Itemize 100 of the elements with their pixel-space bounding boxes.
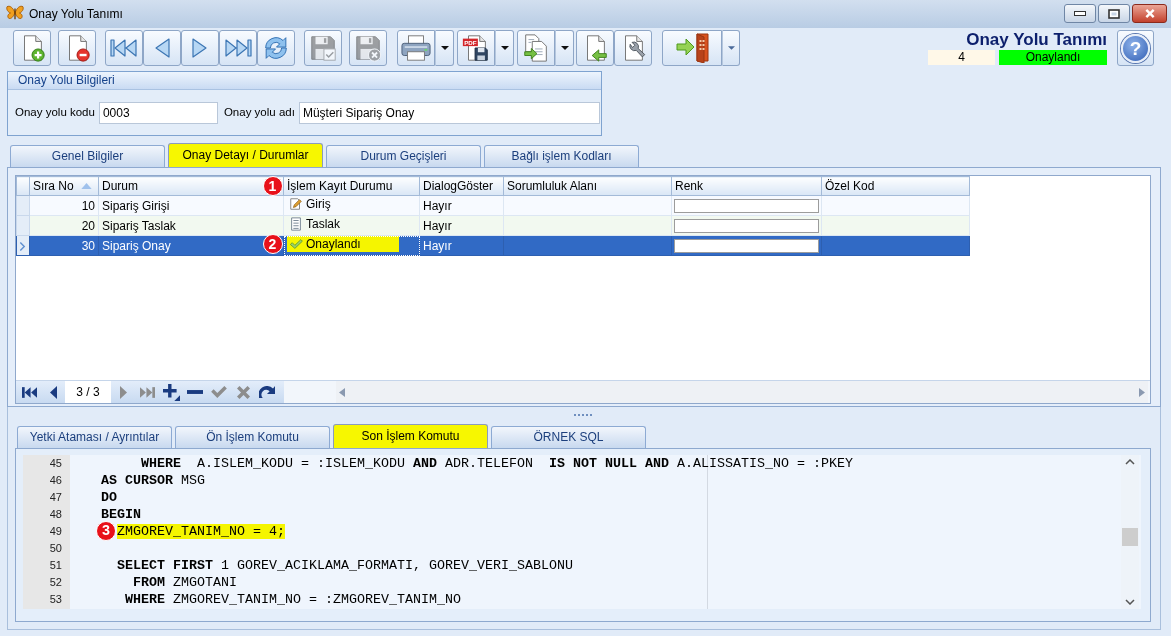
color-field[interactable] <box>674 198 819 213</box>
close-icon <box>1143 8 1156 19</box>
record-number: 4 <box>928 50 995 65</box>
exit-button[interactable] <box>662 30 722 66</box>
form-title: Onay Yolu Tanımı <box>966 30 1107 49</box>
document-lines-icon <box>289 217 303 231</box>
column-header[interactable]: İşlem Kayıt Durumu <box>283 176 420 196</box>
column-header[interactable]: Sorumluluk Alanı <box>503 176 672 196</box>
column-header[interactable]: Renk <box>671 176 822 196</box>
dropdown-button[interactable] <box>555 30 574 66</box>
save-cancel-icon <box>353 33 383 63</box>
grid-corner-header <box>16 176 30 196</box>
scroll-left-icon[interactable] <box>339 387 345 397</box>
horizontal-scrollbar[interactable] <box>336 381 1148 403</box>
scroll-down-icon[interactable] <box>1125 599 1135 605</box>
code-line: SELECT FIRST 1 GOREV_ACIKLAMA_FORMATI, GOREV_VERI_SABLONU <box>117 558 573 573</box>
last-record-icon <box>139 386 155 398</box>
splitter-grip-icon[interactable] <box>574 413 592 416</box>
dropdown-button[interactable] <box>722 30 740 66</box>
print-button[interactable] <box>397 30 435 66</box>
status-label: Giriş <box>306 196 331 212</box>
code-line: BEGIN <box>101 507 141 522</box>
copy-button[interactable] <box>517 30 555 66</box>
tab[interactable]: Genel Bilgiler <box>10 145 165 167</box>
grid-cell: Sipariş Taslak <box>98 215 284 236</box>
code-line: WHERE A.ISLEM_KODU = :ISLEM_KODU AND ADR.TELEFON IS NOT NULL AND A.ALISSATIS_NO = :PKEY <box>141 456 853 471</box>
code-line: AS CURSOR MSG <box>101 473 205 488</box>
line-number: 47 <box>48 490 63 505</box>
grid-cell: Hayır <box>419 215 504 236</box>
status-label: Onaylandı <box>306 236 361 252</box>
color-field[interactable] <box>674 218 819 233</box>
column-header[interactable]: DialogGöster <box>419 176 504 196</box>
group-box-title: Onay Yolu Bilgileri <box>8 72 601 90</box>
annotation-marker: 3 <box>96 521 116 541</box>
window-title: Onay Yolu Tanımı <box>29 6 123 22</box>
maximize-icon <box>1108 8 1120 19</box>
dropdown-button[interactable] <box>495 30 514 66</box>
approval-status: Onaylandı <box>999 50 1107 65</box>
butterfly-icon <box>6 5 24 21</box>
tab[interactable]: Ön İşlem Komutu <box>175 426 330 448</box>
import-button[interactable] <box>576 30 614 66</box>
tools-button[interactable] <box>614 30 652 66</box>
record-position: 3 / 3 <box>65 381 111 403</box>
line-number: 46 <box>48 473 63 488</box>
last-record-button[interactable] <box>219 30 257 66</box>
field-label: Onay yolu kodu <box>15 106 95 120</box>
maximize-button[interactable] <box>1098 4 1130 23</box>
caret-icon <box>560 46 569 50</box>
column-header[interactable]: Sıra No <box>29 176 99 196</box>
first-record-icon <box>21 386 37 398</box>
grid-cell: Hayır <box>419 235 504 256</box>
field-label: Onay yolu adı <box>223 106 295 120</box>
pencil-document-icon <box>289 197 303 211</box>
color-field[interactable] <box>674 238 819 253</box>
line-number: 50 <box>48 541 63 556</box>
line-number: 53 <box>48 592 63 607</box>
minimize-button[interactable] <box>1064 4 1096 23</box>
refresh-icon <box>259 386 275 398</box>
tab[interactable]: ÖRNEK SQL <box>491 426 646 448</box>
save-icon <box>308 33 338 63</box>
code-line: WHERE ZMGOREV_TANIM_NO = :ZMGOREV_TANIM_NO <box>125 592 461 607</box>
line-number: 52 <box>48 575 63 590</box>
scroll-up-icon[interactable] <box>1125 459 1135 465</box>
printer-icon <box>400 33 432 63</box>
grid-cell: Hayır <box>419 195 504 216</box>
scroll-right-icon[interactable] <box>1139 387 1145 397</box>
vertical-scrollbar[interactable] <box>1121 455 1139 609</box>
sort-ascending-icon <box>81 183 92 189</box>
check-icon <box>211 386 227 398</box>
previous-record-icon <box>49 385 57 399</box>
first-record-button[interactable] <box>105 30 143 66</box>
close-button[interactable] <box>1132 4 1167 23</box>
approval-path-name-field[interactable]: Müşteri Sipariş Onay <box>298 102 600 124</box>
caret-icon <box>727 46 735 50</box>
tab[interactable]: Yetki Ataması / Ayrıntılar <box>17 426 172 448</box>
column-header[interactable]: Özel Kod <box>821 176 970 196</box>
caret-icon <box>440 46 449 50</box>
grid-cell: 30 <box>29 235 99 256</box>
last-record-icon <box>224 38 252 58</box>
grid-cell: 10 <box>29 195 99 216</box>
grid-row[interactable]: 10 Sipariş Girişi Giriş Hayır <box>16 195 970 216</box>
new-record-button[interactable] <box>13 30 51 66</box>
grid-row[interactable]: 20 Sipariş Taslak Taslak Hayır <box>16 215 970 236</box>
plus-icon <box>162 383 180 401</box>
tab[interactable]: Son İşlem Komutu <box>333 424 488 448</box>
dropdown-button[interactable] <box>435 30 454 66</box>
grid-cell: Sipariş Girişi <box>98 195 284 216</box>
scrollbar-thumb[interactable] <box>1122 528 1138 546</box>
tab[interactable]: Onay Detayı / Durumlar <box>168 143 323 167</box>
tab[interactable]: Bağlı işlem Kodları <box>484 145 639 167</box>
approval-path-code-field[interactable]: 0003 <box>98 102 218 124</box>
tab[interactable]: Durum Geçişleri <box>326 145 481 167</box>
code-line: DO <box>101 490 117 505</box>
line-number: 45 <box>48 456 63 471</box>
line-number: 48 <box>48 507 63 522</box>
next-record-icon <box>119 385 127 399</box>
caret-icon <box>500 46 509 50</box>
first-record-icon <box>110 38 138 58</box>
next-record-button[interactable] <box>181 30 219 66</box>
delete-record-button[interactable] <box>58 30 96 66</box>
